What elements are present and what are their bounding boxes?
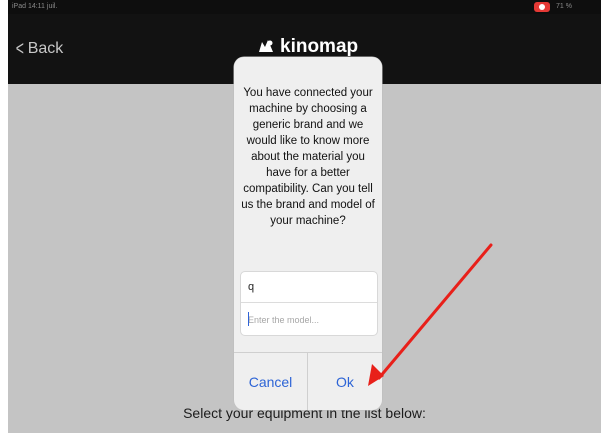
model-input[interactable] (241, 304, 377, 335)
dialog-buttons: Cancel Ok (234, 352, 382, 410)
text-cursor (248, 312, 249, 326)
app-logo: kinomap (256, 36, 358, 58)
input-group (240, 271, 378, 336)
back-label: Back (27, 40, 64, 57)
status-time: iPad 14:11 juil. (12, 3, 58, 10)
back-button[interactable]: < Back (14, 38, 64, 60)
equipment-dialog: You have connected your machine by choos… (234, 57, 382, 410)
kinomap-logo-icon (259, 40, 273, 52)
status-bar: iPad 14:11 juil. 71 % (8, 0, 601, 14)
chevron-left-icon: < (15, 38, 24, 60)
dialog-message: You have connected your machine by choos… (241, 87, 375, 227)
app-screen: iPad 14:11 juil. 71 % < Back kinomap Sel… (8, 0, 601, 433)
brand-input[interactable] (241, 272, 377, 303)
screen-record-icon (534, 2, 550, 12)
cancel-button[interactable]: Cancel (234, 353, 308, 410)
logo-text: kinomap (280, 36, 359, 57)
battery-status: 71 % (556, 3, 572, 10)
ok-button[interactable]: Ok (308, 353, 382, 410)
